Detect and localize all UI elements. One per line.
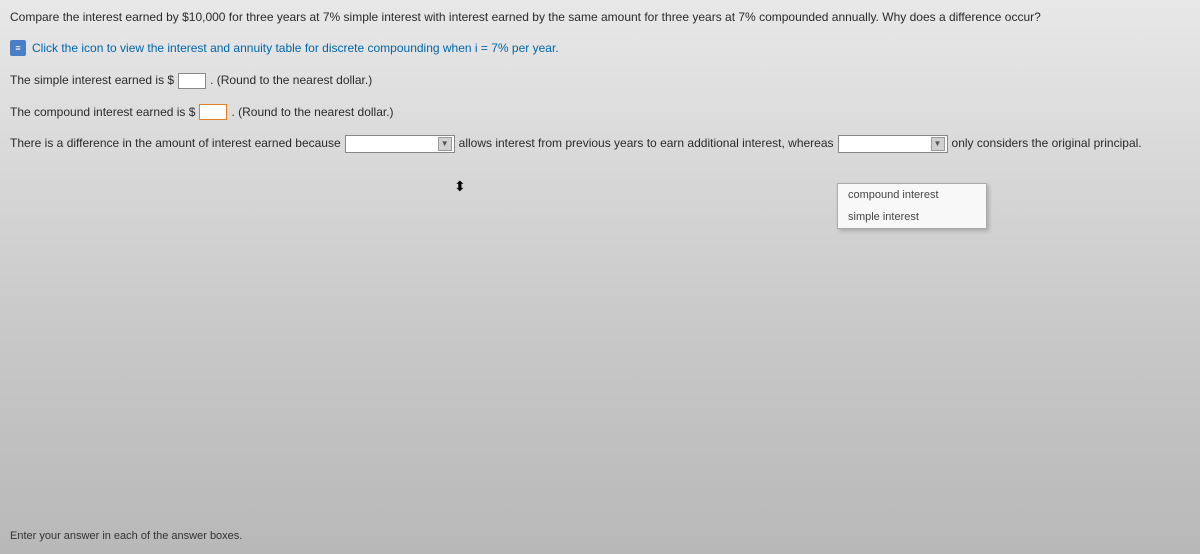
cursor-icon: ⬍ [454,178,466,195]
table-icon[interactable]: ≡ [10,40,26,56]
simple-suffix: . (Round to the nearest dollar.) [210,70,372,92]
dropdown-reason-2[interactable]: ▼ [838,135,948,153]
compound-interest-line: The compound interest earned is $ . (Rou… [10,102,1190,124]
compound-interest-input[interactable] [199,104,227,120]
chevron-down-icon: ▼ [438,137,452,151]
diff-prefix: There is a difference in the amount of i… [10,133,341,155]
question-prompt: Compare the interest earned by $10,000 f… [10,8,1190,26]
simple-interest-input[interactable] [178,73,206,89]
diff-mid: allows interest from previous years to e… [459,133,834,155]
table-link-text[interactable]: Click the icon to view the interest and … [32,41,559,55]
dropdown-option-simple[interactable]: simple interest [838,206,986,228]
footer-instruction: Enter your answer in each of the answer … [10,530,242,542]
simple-prefix: The simple interest earned is $ [10,70,174,92]
table-link-row[interactable]: ≡ Click the icon to view the interest an… [10,40,1190,56]
diff-suffix: only considers the original principal. [952,133,1142,155]
simple-interest-line: The simple interest earned is $ . (Round… [10,70,1190,92]
compound-prefix: The compound interest earned is $ [10,102,195,124]
dropdown-option-compound[interactable]: compound interest [838,184,986,206]
chevron-down-icon: ▼ [931,137,945,151]
dropdown-menu: compound interest simple interest [837,183,987,229]
dropdown-reason-1[interactable]: ▼ [345,135,455,153]
compound-suffix: . (Round to the nearest dollar.) [231,102,393,124]
difference-line: There is a difference in the amount of i… [10,133,1190,155]
